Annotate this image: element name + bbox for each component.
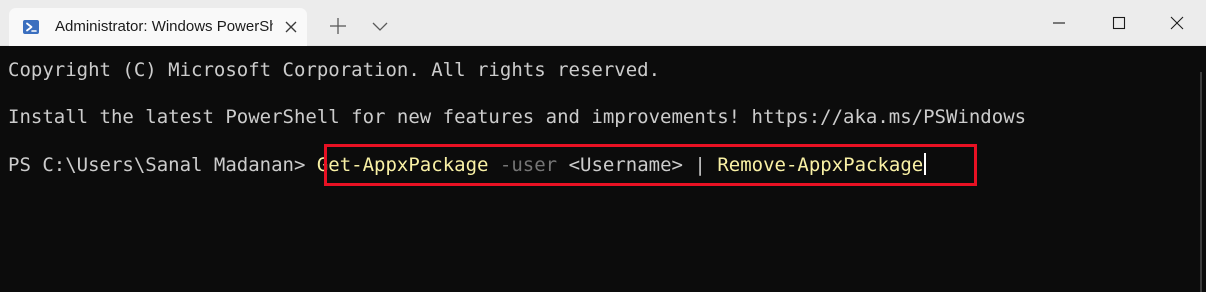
terminal-window: Administrator: Windows PowerShell Copyri… — [0, 0, 1206, 292]
pipe-operator: | — [694, 154, 706, 176]
scrollbar[interactable] — [1200, 72, 1202, 292]
install-message-line: Install the latest PowerShell for new fe… — [8, 106, 1027, 128]
maximize-button[interactable] — [1090, 0, 1148, 46]
text-cursor — [924, 153, 927, 175]
window-close-button[interactable] — [1148, 0, 1206, 46]
title-bar[interactable]: Administrator: Windows PowerShell — [0, 0, 1206, 46]
new-tab-button[interactable] — [322, 10, 354, 42]
close-icon — [1170, 16, 1184, 30]
close-icon — [285, 21, 297, 33]
maximize-icon — [1112, 16, 1126, 30]
prompt: PS C:\Users\Sanal Madanan> — [8, 154, 317, 176]
tab-title: Administrator: Windows PowerShell — [55, 18, 273, 35]
command-line[interactable]: PS C:\Users\Sanal Madanan> Get-AppxPacka… — [8, 153, 927, 177]
powershell-icon — [23, 20, 39, 34]
chevron-down-icon — [372, 22, 388, 31]
cmdlet-get-appxpackage: Get-AppxPackage — [316, 154, 489, 176]
minimize-icon — [1053, 22, 1065, 24]
tab-close-button[interactable] — [281, 17, 301, 37]
plus-icon — [330, 18, 346, 34]
parameter-user: -user — [499, 154, 558, 176]
copyright-line: Copyright (C) Microsoft Corporation. All… — [8, 59, 661, 81]
minimize-button[interactable] — [1030, 0, 1088, 46]
argument-username: <Username> — [568, 154, 683, 176]
terminal-output[interactable]: Copyright (C) Microsoft Corporation. All… — [0, 46, 1206, 292]
profile-dropdown-button[interactable] — [364, 10, 396, 42]
cmdlet-remove-appxpackage: Remove-AppxPackage — [717, 154, 924, 176]
tab-powershell[interactable]: Administrator: Windows PowerShell — [9, 8, 307, 46]
